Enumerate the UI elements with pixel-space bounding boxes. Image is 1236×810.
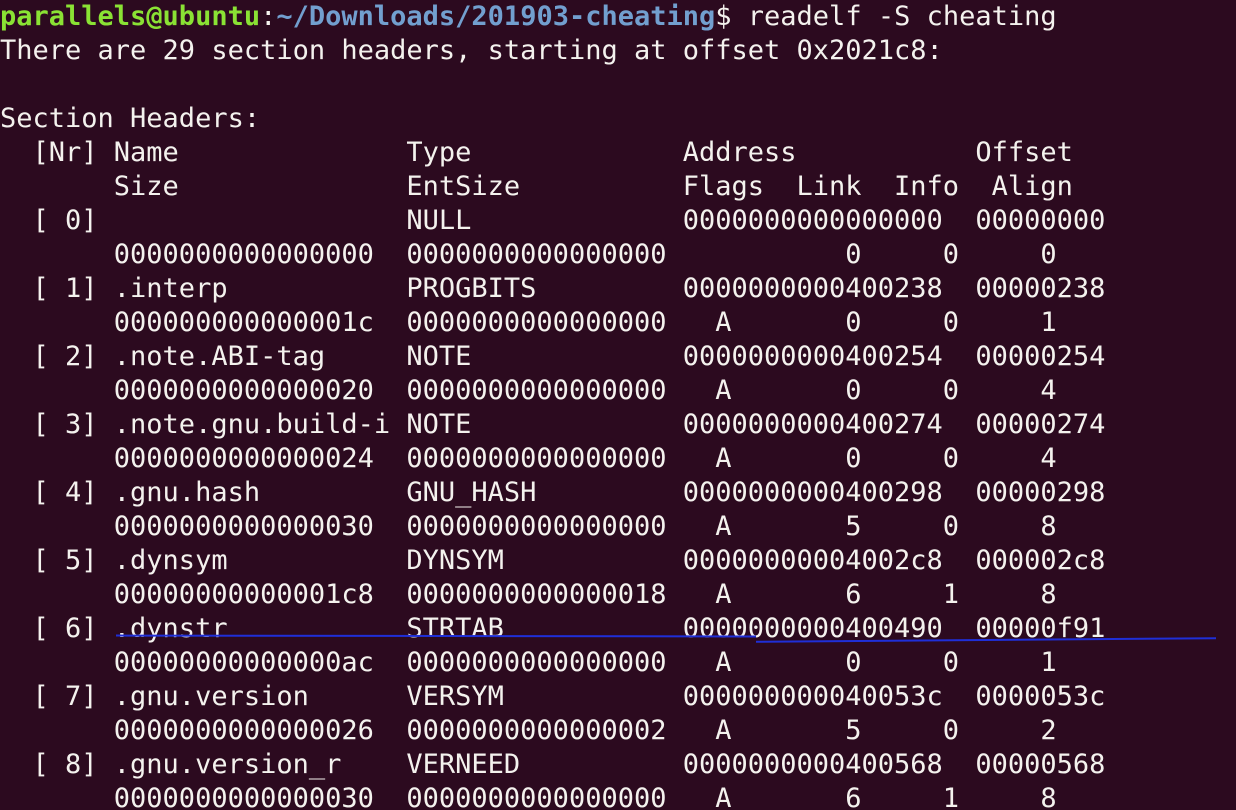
header-row-1: [Nr] Name Type Address Offset	[0, 137, 1073, 168]
section-headers-title: Section Headers:	[0, 103, 261, 134]
section-row-5-line-2: 00000000000001c8 0000000000000018 A 6 1 …	[0, 579, 1057, 610]
prompt-user-host: parallels@ubuntu	[0, 1, 261, 32]
terminal-window[interactable]: parallels@ubuntu:~/Downloads/201903-chea…	[0, 0, 1236, 810]
section-row-8-line-2: 0000000000000030 0000000000000000 A 6 1 …	[0, 783, 1057, 810]
section-row-5-line-1: [ 5] .dynsym DYNSYM 00000000004002c8 000…	[0, 545, 1106, 576]
section-row-4-line-2: 0000000000000030 0000000000000000 A 5 0 …	[0, 511, 1057, 542]
section-row-0-line-1: [ 0] NULL 0000000000000000 00000000	[0, 205, 1106, 236]
section-row-8-line-1: [ 8] .gnu.version_r VERNEED 000000000040…	[0, 749, 1106, 780]
prompt-symbol: $	[715, 1, 748, 32]
section-row-3-line-2: 0000000000000024 0000000000000000 A 0 0 …	[0, 443, 1057, 474]
section-row-6-line-2: 00000000000000ac 0000000000000000 A 0 0 …	[0, 647, 1057, 678]
section-row-7-line-2: 0000000000000026 0000000000000002 A 5 0 …	[0, 715, 1057, 746]
prompt-path: ~/Downloads/201903-cheating	[276, 1, 716, 32]
section-row-7-line-1: [ 7] .gnu.version VERSYM 000000000040053…	[0, 681, 1106, 712]
section-row-1-line-2: 000000000000001c 0000000000000000 A 0 0 …	[0, 307, 1057, 338]
section-row-1-line-1: [ 1] .interp PROGBITS 0000000000400238 0…	[0, 273, 1106, 304]
header-row-2: Size EntSize Flags Link Info Align	[0, 171, 1073, 202]
section-row-0-line-2: 0000000000000000 0000000000000000 0 0 0	[0, 239, 1057, 270]
intro-line: There are 29 section headers, starting a…	[0, 35, 943, 66]
section-row-2-line-2: 0000000000000020 0000000000000000 A 0 0 …	[0, 375, 1057, 406]
section-row-3-line-1: [ 3] .note.gnu.build-i NOTE 000000000040…	[0, 409, 1106, 440]
section-row-2-line-1: [ 2] .note.ABI-tag NOTE 0000000000400254…	[0, 341, 1106, 372]
prompt-line: parallels@ubuntu:~/Downloads/201903-chea…	[0, 1, 1057, 32]
command-text: readelf -S cheating	[747, 1, 1057, 32]
section-row-4-line-1: [ 4] .gnu.hash GNU_HASH 0000000000400298…	[0, 477, 1106, 508]
